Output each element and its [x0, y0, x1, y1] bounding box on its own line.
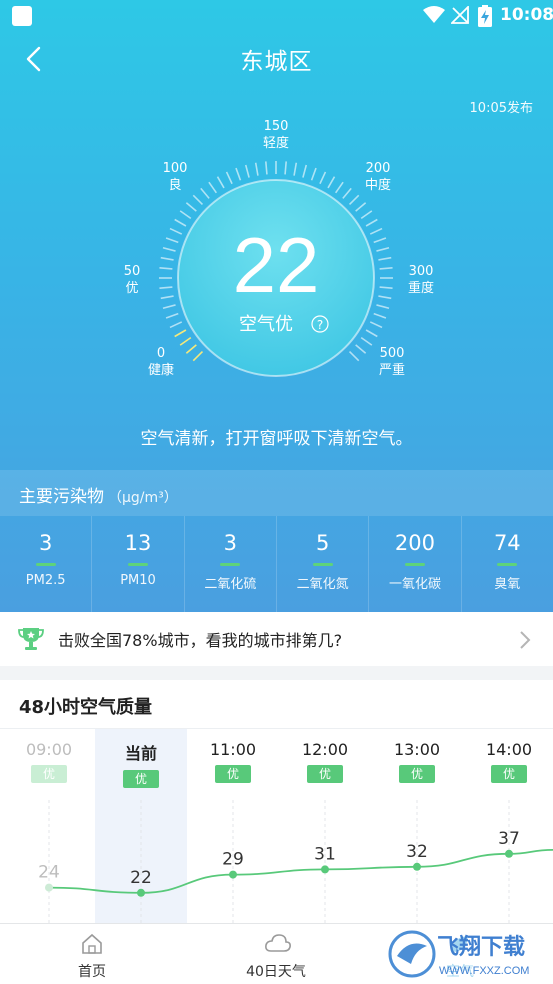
chevron-right-icon — [520, 631, 531, 649]
gauge-tick — [376, 246, 390, 252]
gauge-tick — [169, 227, 183, 235]
gauge-tick — [179, 210, 192, 220]
gauge-tick — [348, 350, 360, 362]
trophy-icon — [18, 628, 44, 650]
gauge-tick — [334, 181, 344, 194]
tab-40-day-weather[interactable]: 40日天气 — [184, 924, 368, 984]
gauge-tick — [369, 227, 383, 235]
watermark-text: 飞翔下载 — [437, 934, 525, 960]
aqi-point — [321, 865, 329, 874]
tab-home[interactable]: 首页 — [0, 924, 184, 984]
ranking-text: 击败全国78%城市，看我的城市排第几? — [58, 631, 343, 650]
gauge-tick — [378, 295, 392, 300]
aqi-level-label: 空气优 — [239, 314, 293, 335]
gauge-tick — [165, 237, 179, 244]
gauge-tick — [174, 218, 187, 227]
gauge-tick — [365, 329, 378, 338]
pollutant-item[interactable]: 74 臭氧 — [462, 516, 553, 612]
gauge-tick — [162, 304, 176, 310]
aqi-point-label: 29 — [222, 850, 244, 870]
gauge-tick — [165, 312, 179, 319]
scale-label-150: 150 轻度 — [262, 119, 289, 151]
aqi-gauge: 22 空气优 ? — [159, 161, 393, 377]
pollutants-row: 3 PM2.5 13 PM10 3 二氧化硫 5 二氧化氮 200 一氧化碳 7… — [0, 516, 553, 612]
gauge-tick — [265, 161, 268, 175]
gauge-tick — [302, 164, 308, 178]
aqi-point-label: 22 — [130, 868, 152, 888]
gauge-tick — [208, 181, 218, 194]
gauge-tick — [162, 246, 176, 252]
pollutant-item[interactable]: 3 PM2.5 — [0, 516, 93, 612]
scale-label-0: 0 健康 — [147, 346, 174, 378]
aqi-trend-curve: 24 22 29 31 32 37 — [38, 800, 553, 923]
scale-label-50: 50 优 — [123, 264, 141, 296]
hourly-air-quality: 48小时空气质量 09:00 优 当前 优 11:00 优 12:00 优 13… — [0, 680, 553, 923]
gauge-tick — [355, 202, 367, 212]
pollutants-header: 主要污染物 （μg/m³） — [0, 470, 553, 516]
scale-label-300: 300 重度 — [407, 264, 434, 296]
air-tip: 空气清新，打开窗呼吸下清新空气。 — [140, 429, 413, 449]
watermark-logo: 飞翔下载 WWW.FXXZ.COM — [385, 924, 553, 983]
gauge-tick — [360, 336, 373, 346]
gauge-tick — [360, 210, 373, 220]
gauge-tick — [319, 171, 327, 185]
gauge-tick — [373, 312, 387, 319]
cloud-icon — [265, 934, 291, 952]
gauge-tick — [192, 194, 204, 206]
aqi-trend-line — [48, 849, 553, 894]
aqi-point — [505, 849, 513, 858]
gauge-tick — [244, 164, 250, 178]
home-icon — [82, 933, 102, 954]
gauge-tick — [378, 256, 392, 261]
gauge-tick — [169, 321, 183, 329]
gauge-tick — [160, 295, 174, 300]
gauge-tick — [293, 162, 298, 176]
pollutants-unit: （μg/m³） — [108, 490, 178, 506]
scale-label-500: 500 严重 — [378, 346, 405, 378]
watermark-url: WWW.FXXZ.COM — [439, 965, 529, 977]
gauge-tick — [174, 329, 187, 338]
scale-label-100: 100 良 — [162, 161, 188, 193]
pollutant-item[interactable]: 5 二氧化氮 — [277, 516, 370, 612]
pollutants-title: 主要污染物 — [19, 487, 104, 507]
gauge-tick — [284, 161, 287, 175]
gauge-tick — [376, 304, 390, 310]
aqi-point — [413, 862, 421, 871]
aqi-point — [229, 870, 237, 879]
gauge-tick — [216, 176, 225, 189]
pollutant-item[interactable]: 3 二氧化硫 — [185, 516, 277, 612]
pollutant-item[interactable]: 200 一氧化碳 — [369, 516, 462, 612]
gauge-tick — [369, 321, 383, 329]
gauge-tick — [310, 167, 317, 181]
aqi-point-label: 37 — [498, 829, 520, 849]
gauge-tick — [185, 202, 197, 212]
gauge-tick — [348, 194, 360, 206]
aqi-value: 22 — [233, 221, 320, 309]
air-quality-hero: 10:08 东城区 10:05发布 22 空气优 ? 0 健康 50 优 100 — [0, 0, 553, 612]
aqi-point — [137, 888, 145, 897]
gauge-tick — [327, 176, 336, 189]
gauge-tick — [365, 218, 378, 227]
aqi-point — [45, 883, 53, 892]
gauge-tick — [373, 237, 387, 244]
gauge-tick — [254, 162, 259, 176]
scale-label-200: 200 中度 — [364, 161, 391, 193]
gauge-tick — [179, 336, 192, 346]
gauge-tick — [160, 256, 174, 261]
aqi-point-label: 24 — [38, 863, 60, 883]
aqi-point-label: 32 — [406, 842, 428, 862]
gauge-tick — [225, 171, 233, 185]
svg-text:?: ? — [317, 318, 323, 332]
aqi-point-label: 31 — [314, 844, 336, 864]
gauge-tick — [235, 167, 242, 181]
pollutant-item[interactable]: 13 PM10 — [92, 516, 185, 612]
city-ranking-link[interactable]: 击败全国78%城市，看我的城市排第几? — [0, 612, 553, 666]
gauge-tick — [192, 350, 204, 362]
